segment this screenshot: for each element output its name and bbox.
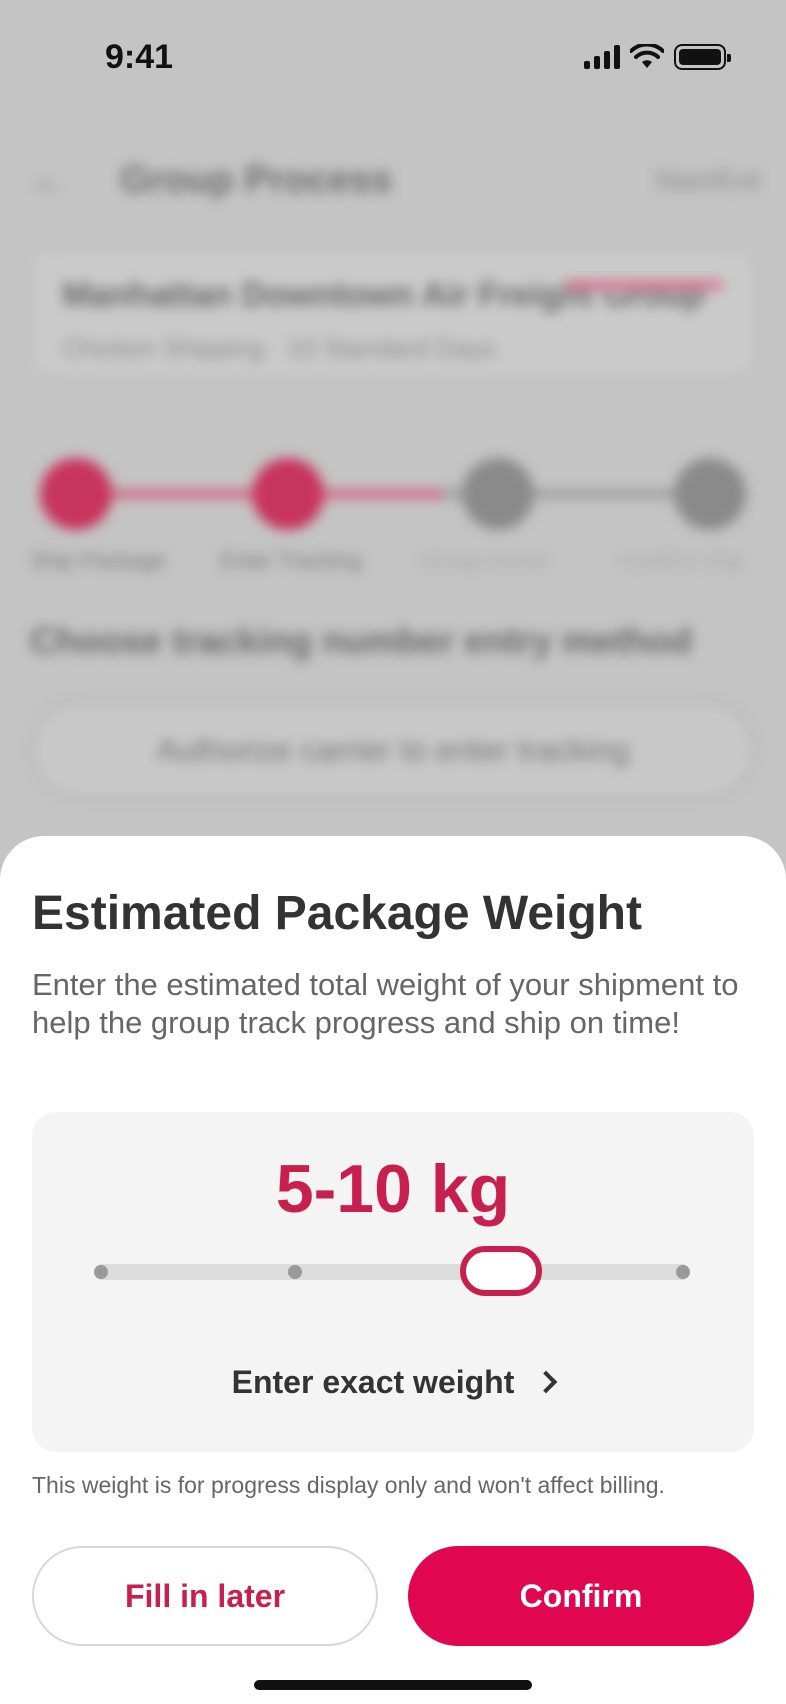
step-circle xyxy=(40,458,112,530)
step-circle xyxy=(674,458,746,530)
status-time: 9:41 xyxy=(105,38,174,76)
chevron-right-icon xyxy=(535,1370,558,1394)
background-title: Group Process xyxy=(120,158,393,201)
background-header: ← Group Process Start/Exit xyxy=(30,150,760,210)
weight-value: 5-10 kg xyxy=(275,1151,511,1227)
confirm-button[interactable]: Confirm xyxy=(408,1546,754,1646)
group-card-tag xyxy=(564,280,724,290)
weight-bottom-sheet: Estimated Package Weight Enter the estim… xyxy=(0,836,786,1704)
cellular-signal-icon xyxy=(584,45,620,69)
step-label: Ship Package xyxy=(30,548,166,573)
step-label: Enter Tracking xyxy=(220,548,362,573)
group-card-subtitle: Chicken Shipping · 10 Standard Days xyxy=(62,333,496,363)
battery-icon xyxy=(674,44,731,70)
fill-in-later-button[interactable]: Fill in later xyxy=(32,1546,378,1646)
step-circle xyxy=(462,458,534,530)
section-title: Choose tracking number entry method xyxy=(30,620,693,661)
background-action: Start/Exit xyxy=(654,164,760,195)
wifi-icon xyxy=(630,44,664,68)
slider-stop[interactable] xyxy=(288,1265,302,1279)
step-connector xyxy=(312,490,442,498)
billing-note: This weight is for progress display only… xyxy=(32,1472,665,1498)
progress-steps: Ship Package Enter Tracking Group arriva… xyxy=(30,450,760,573)
slider-stop[interactable] xyxy=(94,1265,108,1279)
weight-selector: 5-10 kg Enter exact weight xyxy=(32,1112,754,1452)
slider-stop[interactable] xyxy=(676,1265,690,1279)
step-circle xyxy=(252,458,324,530)
status-icons xyxy=(584,44,731,70)
back-arrow-icon: ← xyxy=(30,159,66,200)
sheet-title: Estimated Package Weight xyxy=(32,887,642,940)
enter-exact-weight-label: Enter exact weight xyxy=(231,1363,515,1400)
weight-slider[interactable] xyxy=(94,1246,690,1296)
group-card: Manhattan Downtown Air Freight Group Chi… xyxy=(30,248,756,378)
slider-thumb[interactable] xyxy=(460,1246,542,1296)
sheet-description: Enter the estimated total weight of your… xyxy=(32,967,739,1040)
step-label: Confirm ship xyxy=(620,548,744,573)
status-bar: 9:41 xyxy=(0,0,786,120)
step-label: Group arrival xyxy=(420,548,548,573)
background-content: ← Group Process Start/Exit Manhattan Dow… xyxy=(0,0,786,900)
enter-exact-weight-link[interactable]: Enter exact weight xyxy=(32,1356,754,1408)
home-indicator xyxy=(254,1680,532,1690)
authorize-carrier-button: Authorize carrier to enter tracking xyxy=(30,700,756,800)
